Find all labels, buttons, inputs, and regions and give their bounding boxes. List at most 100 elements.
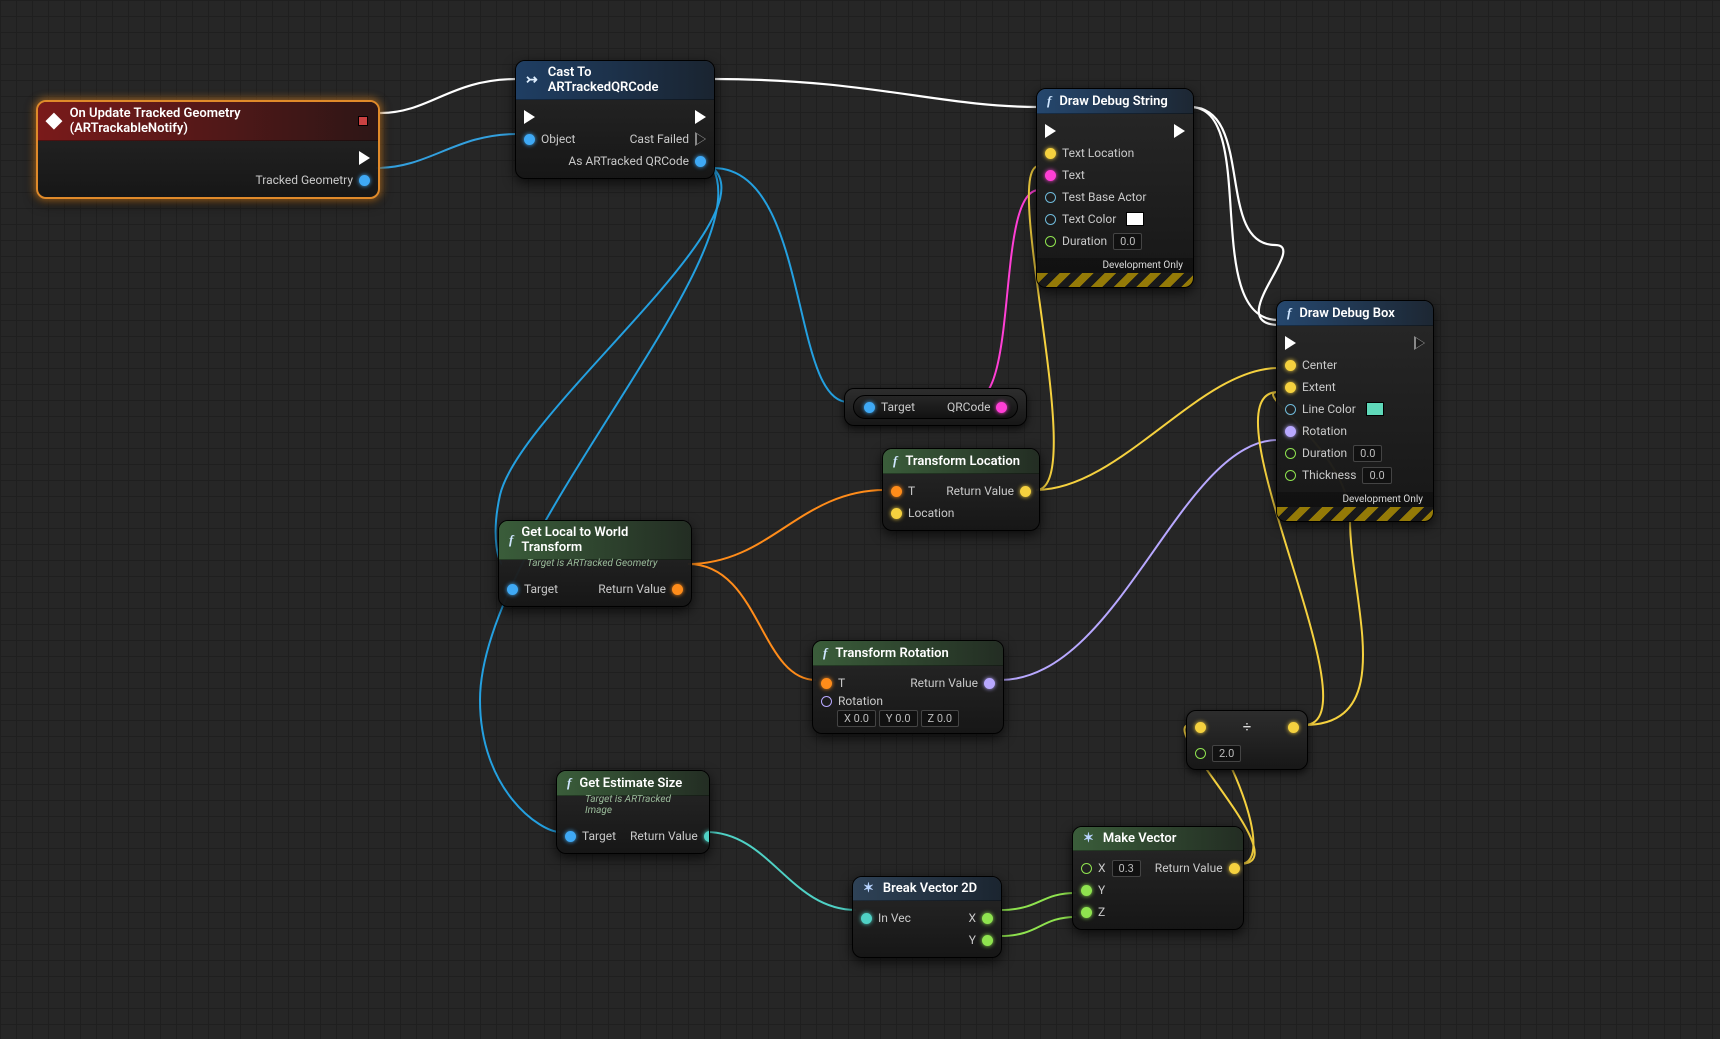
node-get-qrcode[interactable]: Target QRCode <box>844 388 1027 426</box>
input-pin-location[interactable] <box>891 508 902 519</box>
input-pin-text-color[interactable] <box>1045 214 1056 225</box>
input-pin-y[interactable] <box>1081 885 1092 896</box>
input-pin-t[interactable] <box>891 486 902 497</box>
node-title: Draw Debug String <box>1059 94 1167 109</box>
exec-in-pin[interactable] <box>1045 124 1056 138</box>
color-swatch[interactable] <box>1366 402 1384 416</box>
output-pin-return-value[interactable] <box>984 678 995 689</box>
input-pin-line-color[interactable] <box>1285 404 1296 415</box>
node-draw-debug-box[interactable]: f Draw Debug Box Center Extent Line Colo… <box>1276 300 1434 522</box>
pin-label: Test Base Actor <box>1062 190 1146 204</box>
node-cast-to-artrackedqrcode[interactable]: Cast To ARTrackedQRCode Object Cast Fail… <box>515 60 715 179</box>
pin-label: Return Value <box>1155 861 1223 875</box>
pin-label: T <box>838 676 845 690</box>
output-pin-x[interactable] <box>982 913 993 924</box>
node-header: f Get Local to World Transform <box>499 521 691 560</box>
hazard-stripe <box>1277 507 1433 521</box>
input-pin-duration[interactable] <box>1045 236 1056 247</box>
input-pin-rotation[interactable] <box>1285 426 1296 437</box>
pin-label: Cast Failed <box>630 132 689 146</box>
color-swatch[interactable] <box>1126 212 1144 226</box>
pin-label: Return Value <box>910 676 978 690</box>
exec-castfailed-pin[interactable] <box>695 132 706 146</box>
output-pin-return-value[interactable] <box>1229 863 1240 874</box>
function-icon: f <box>893 453 897 469</box>
output-pin-return-value[interactable] <box>704 831 710 842</box>
value-input-ry[interactable]: Y 0.0 <box>879 710 918 727</box>
divide-icon: ÷ <box>1243 718 1252 736</box>
node-break-vector-2d[interactable]: Break Vector 2D In Vec X Y <box>852 876 1002 958</box>
output-pin-tracked-geometry[interactable] <box>359 175 370 186</box>
value-input-rz[interactable]: Z 0.0 <box>921 710 960 727</box>
hazard-stripe <box>1037 273 1193 287</box>
pin-label: Thickness <box>1302 468 1356 482</box>
pin-label: Text Color <box>1062 212 1116 226</box>
input-pin-target[interactable] <box>507 584 518 595</box>
pin-label: Duration <box>1302 446 1347 460</box>
output-pin-y[interactable] <box>982 935 993 946</box>
output-pin-result[interactable] <box>1288 722 1299 733</box>
function-icon: f <box>509 532 513 548</box>
node-header: On Update Tracked Geometry (ARTrackableN… <box>38 102 378 141</box>
input-pin-text-location[interactable] <box>1045 148 1056 159</box>
node-title: Draw Debug Box <box>1299 306 1394 321</box>
function-icon: f <box>823 645 827 661</box>
output-pin-return-value[interactable] <box>1020 486 1031 497</box>
input-pin-extent[interactable] <box>1285 382 1296 393</box>
input-pin-z[interactable] <box>1081 907 1092 918</box>
value-input-x[interactable]: 0.3 <box>1112 860 1141 877</box>
breakpoint-icon[interactable] <box>358 116 368 126</box>
pin-label: Duration <box>1062 234 1107 248</box>
pin-label: X <box>1098 861 1106 875</box>
output-pin-return-value[interactable] <box>672 584 683 595</box>
input-pin-rotation[interactable] <box>821 696 832 707</box>
exec-out-pin[interactable] <box>1174 124 1185 138</box>
node-transform-location[interactable]: f Transform Location T Return Value Loca… <box>882 448 1040 531</box>
input-pin-x[interactable] <box>1081 863 1092 874</box>
pin-label: Return Value <box>598 582 666 596</box>
node-get-local-to-world-transform[interactable]: f Get Local to World Transform Target is… <box>498 520 692 607</box>
node-get-estimate-size[interactable]: f Get Estimate Size Target is ARTracked … <box>556 770 710 854</box>
input-pin-center[interactable] <box>1285 360 1296 371</box>
node-title: Transform Rotation <box>835 646 948 661</box>
exec-out-pin[interactable] <box>695 110 706 124</box>
input-pin-object[interactable] <box>524 134 535 145</box>
value-input-divisor[interactable]: 2.0 <box>1212 745 1241 762</box>
input-pin-invec[interactable] <box>861 913 872 924</box>
output-pin-qrcode[interactable] <box>996 402 1007 413</box>
exec-in-pin[interactable] <box>524 110 535 124</box>
input-pin-a[interactable] <box>1195 722 1206 733</box>
exec-out-pin[interactable] <box>359 151 370 165</box>
exec-in-pin[interactable] <box>1285 336 1296 350</box>
node-on-update-tracked-geometry[interactable]: On Update Tracked Geometry (ARTrackableN… <box>36 100 380 199</box>
input-pin-text[interactable] <box>1045 170 1056 181</box>
node-make-vector[interactable]: Make Vector X0.3 Return Value Y Z <box>1072 826 1244 930</box>
node-header: Make Vector <box>1073 827 1243 851</box>
node-title: Get Local to World Transform <box>521 525 681 555</box>
input-pin-target[interactable] <box>864 402 875 413</box>
input-pin-t[interactable] <box>821 678 832 689</box>
function-icon: f <box>1287 305 1291 321</box>
input-pin-b[interactable] <box>1195 748 1206 759</box>
input-pin-test-base-actor[interactable] <box>1045 192 1056 203</box>
output-pin-as-qrcode[interactable] <box>695 156 706 167</box>
node-title: Break Vector 2D <box>883 881 977 896</box>
pin-label: Text <box>1062 168 1085 182</box>
node-header: f Get Estimate Size <box>557 771 709 796</box>
exec-out-pin[interactable] <box>1414 336 1425 350</box>
pin-label: Tracked Geometry <box>256 173 353 187</box>
node-header: f Draw Debug String <box>1037 89 1193 114</box>
value-input-thickness[interactable]: 0.0 <box>1362 467 1391 484</box>
input-pin-duration[interactable] <box>1285 448 1296 459</box>
make-icon <box>1083 831 1097 846</box>
value-input-duration[interactable]: 0.0 <box>1353 445 1382 462</box>
input-pin-target[interactable] <box>565 831 576 842</box>
value-input-duration[interactable]: 0.0 <box>1113 233 1142 250</box>
function-icon: f <box>1047 93 1051 109</box>
value-input-rx[interactable]: X 0.0 <box>837 710 876 727</box>
node-draw-debug-string[interactable]: f Draw Debug String Text Location Text T… <box>1036 88 1194 288</box>
node-header: Cast To ARTrackedQRCode <box>516 61 714 100</box>
node-transform-rotation[interactable]: f Transform Rotation T Return Value Rota… <box>812 640 1004 734</box>
node-vector-divide[interactable]: ÷ 2.0 <box>1186 710 1308 770</box>
input-pin-thickness[interactable] <box>1285 470 1296 481</box>
